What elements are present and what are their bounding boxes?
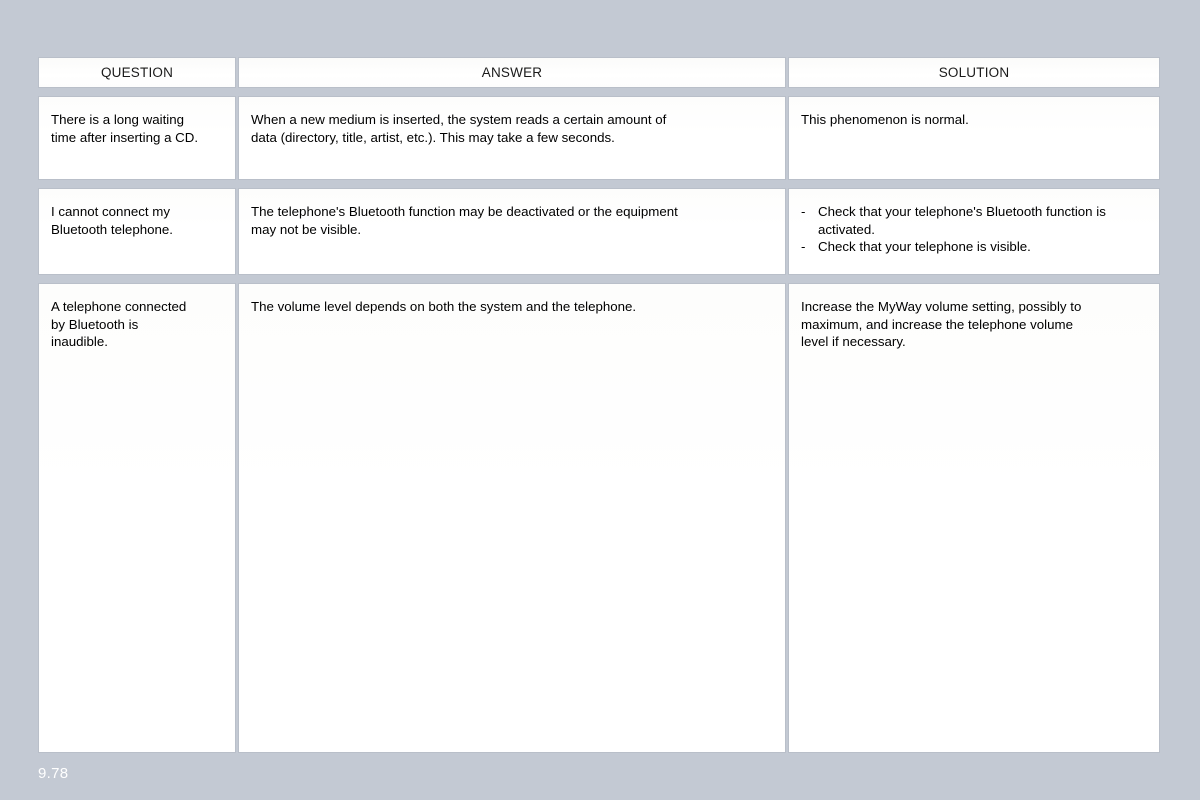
answer-text: When a new medium is inserted, the syste…	[251, 112, 667, 145]
solution-text: Increase the MyWay volume setting, possi…	[801, 299, 1082, 349]
column-header-solution-label: SOLUTION	[938, 65, 1010, 80]
answer-text: The volume level depends on both the sys…	[251, 299, 637, 314]
answer-text: The telephone's Bluetooth function may b…	[251, 204, 678, 237]
cell-answer: When a new medium is inserted, the syste…	[238, 96, 786, 180]
cell-answer: The telephone's Bluetooth function may b…	[238, 188, 786, 275]
cell-question: A telephone connected by Bluetooth is in…	[38, 283, 236, 753]
question-text: I cannot connect my Bluetooth telephone.	[51, 204, 173, 237]
column-header-answer-label: ANSWER	[481, 65, 543, 80]
page-root: QUESTION ANSWER SOLUTION There is a long…	[0, 0, 1200, 800]
cell-question: I cannot connect my Bluetooth telephone.	[38, 188, 236, 275]
cell-solution: Increase the MyWay volume setting, possi…	[788, 283, 1160, 753]
page-number: 9.78	[38, 765, 69, 782]
question-text: A telephone connected by Bluetooth is in…	[51, 299, 187, 349]
column-header-question-label: QUESTION	[100, 65, 174, 80]
dash-bullet-icon: -	[801, 204, 806, 219]
cell-solution: - Check that your telephone's Bluetooth …	[788, 188, 1160, 275]
column-header-solution: SOLUTION	[788, 57, 1160, 88]
table-header-row: QUESTION ANSWER SOLUTION	[38, 57, 1160, 88]
solution-list: - Check that your telephone's Bluetooth …	[801, 203, 1147, 256]
list-item: - Check that your telephone's Bluetooth …	[801, 203, 1147, 238]
list-item-text: Check that your telephone's Bluetooth fu…	[818, 204, 1106, 237]
column-header-answer: ANSWER	[238, 57, 786, 88]
table-row: A telephone connected by Bluetooth is in…	[38, 283, 1160, 753]
list-item-text: Check that your telephone is visible.	[818, 239, 1031, 254]
solution-text: This phenomenon is normal.	[801, 112, 969, 127]
cell-solution: This phenomenon is normal.	[788, 96, 1160, 180]
cell-question: There is a long waiting time after inser…	[38, 96, 236, 180]
dash-bullet-icon: -	[801, 239, 806, 254]
table-row: There is a long waiting time after inser…	[38, 96, 1160, 180]
cell-answer: The volume level depends on both the sys…	[238, 283, 786, 753]
faq-table: QUESTION ANSWER SOLUTION There is a long…	[38, 57, 1160, 753]
column-header-question: QUESTION	[38, 57, 236, 88]
table-row: I cannot connect my Bluetooth telephone.…	[38, 188, 1160, 275]
question-text: There is a long waiting time after inser…	[51, 112, 199, 145]
list-item: - Check that your telephone is visible.	[801, 238, 1147, 256]
